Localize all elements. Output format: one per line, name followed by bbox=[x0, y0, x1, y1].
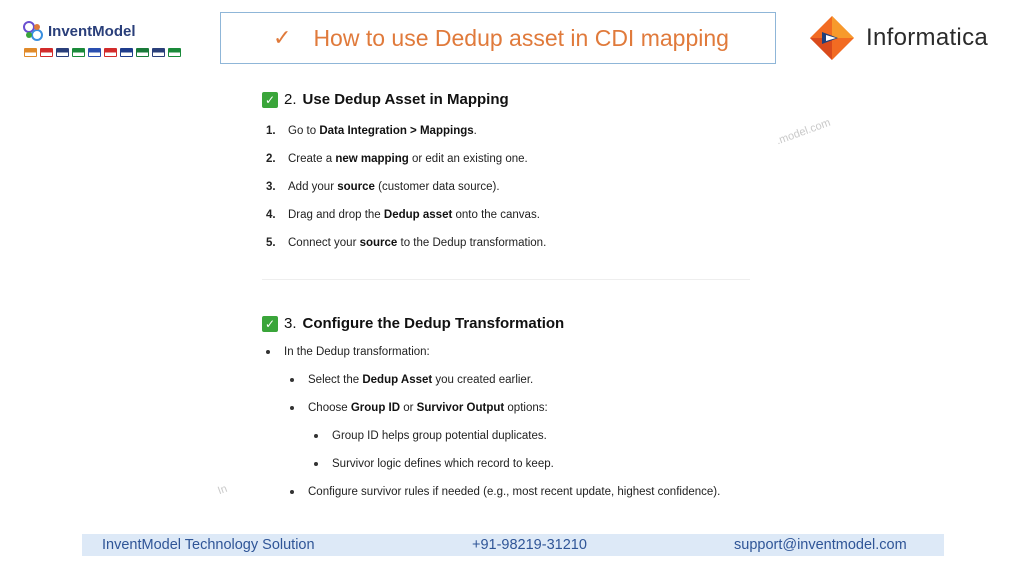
text: Create a bbox=[288, 153, 336, 165]
text: or bbox=[400, 402, 417, 414]
bold-text: Data Integration > Mappings bbox=[319, 125, 474, 137]
section-configure-dedup: ✓ 3. Configure the Dedup Transformation bbox=[262, 315, 564, 332]
list-item: Choose Group ID or Survivor Output optio… bbox=[290, 400, 548, 416]
list-item: 3. Add your source (customer data source)… bbox=[262, 173, 546, 201]
text: Select the bbox=[308, 374, 363, 386]
text: Choose bbox=[308, 402, 351, 414]
list-item-text: In the Dedup transformation: bbox=[284, 346, 430, 358]
flag-icon bbox=[104, 48, 117, 57]
bullet-icon bbox=[314, 462, 318, 466]
bold-text: source bbox=[337, 181, 375, 193]
text: Go to bbox=[288, 125, 320, 137]
text: options: bbox=[504, 402, 548, 414]
watermark-text: In bbox=[216, 482, 229, 498]
list-item: Survivor logic defines which record to k… bbox=[314, 456, 554, 472]
flag-icon bbox=[56, 48, 69, 57]
flag-icon bbox=[136, 48, 149, 57]
list-item: 5. Connect your source to the Dedup trans… bbox=[262, 229, 546, 257]
list-item: Select the Dedup Asset you created earli… bbox=[290, 372, 533, 388]
list-number: 2. bbox=[266, 153, 276, 165]
text: Connect your bbox=[288, 237, 360, 249]
footer-company: InventModel Technology Solution bbox=[102, 537, 315, 553]
list-item: Group ID helps group potential duplicate… bbox=[314, 428, 547, 444]
list-item: Configure survivor rules if needed (e.g.… bbox=[290, 484, 720, 500]
list-item: 2. Create a new mapping or edit an existi… bbox=[262, 145, 546, 173]
brand-logo[interactable]: InventModel bbox=[22, 20, 181, 57]
flag-icon bbox=[72, 48, 85, 57]
list-number: 1. bbox=[266, 125, 276, 137]
section-heading: ✓ 2. Use Dedup Asset in Mapping bbox=[262, 91, 546, 108]
bold-text: source bbox=[359, 237, 398, 249]
text: Group ID helps group potential duplicate… bbox=[332, 430, 547, 442]
green-check-icon: ✓ bbox=[262, 91, 278, 108]
text: Configure survivor rules if needed (e.g.… bbox=[308, 486, 721, 498]
section-title: Use Dedup Asset in Mapping bbox=[302, 91, 509, 108]
bold-text: Survivor Output bbox=[416, 402, 505, 414]
bullet-icon bbox=[290, 378, 294, 382]
list-number: 3. bbox=[266, 181, 276, 193]
country-flags bbox=[24, 48, 181, 57]
list-item: 1. Go to Data Integration > Mappings. bbox=[262, 117, 546, 145]
bold-text: Group ID bbox=[350, 402, 401, 414]
list-item: In the Dedup transformation: bbox=[266, 344, 430, 360]
text: to the Dedup transformation. bbox=[397, 237, 547, 249]
informatica-logo: Informatica bbox=[808, 14, 988, 62]
slide-title: How to use Dedup asset in CDI mapping bbox=[313, 24, 729, 51]
text: Drag and drop the bbox=[288, 209, 384, 221]
text: (customer data source). bbox=[374, 181, 500, 193]
list-item-text: Select the Dedup Asset you created earli… bbox=[308, 374, 533, 386]
flag-icon bbox=[120, 48, 133, 57]
list-item-text: Add your source (customer data source). bbox=[288, 181, 500, 193]
numbered-step-list: 1. Go to Data Integration > Mappings. 2. Cr… bbox=[262, 117, 546, 257]
text: Survivor logic defines which record to k… bbox=[332, 458, 554, 470]
flag-icon bbox=[168, 48, 181, 57]
flag-icon bbox=[88, 48, 101, 57]
bullet-icon bbox=[314, 434, 318, 438]
list-number: 5. bbox=[266, 237, 276, 249]
list-number: 4. bbox=[266, 209, 276, 221]
list-item-text: Create a new mapping or edit an existing… bbox=[288, 153, 528, 165]
checkmark-icon: ✓ bbox=[273, 25, 292, 50]
text: . bbox=[473, 125, 477, 137]
flag-icon bbox=[24, 48, 37, 57]
section-heading: ✓ 3. Configure the Dedup Transformation bbox=[262, 315, 564, 332]
bold-text: Dedup Asset bbox=[362, 374, 433, 386]
list-item-text: Survivor logic defines which record to k… bbox=[332, 458, 554, 470]
bold-text: new mapping bbox=[335, 153, 409, 165]
watermark-text: .model.com bbox=[774, 116, 833, 148]
footer-email[interactable]: support@inventmodel.com bbox=[734, 537, 907, 553]
green-check-icon: ✓ bbox=[262, 315, 278, 332]
list-item-text: Drag and drop the Dedup asset onto the c… bbox=[288, 209, 540, 221]
list-item-text: Go to Data Integration > Mappings. bbox=[288, 125, 477, 137]
informatica-wordmark: Informatica bbox=[866, 24, 989, 51]
slide-title-box: ✓ How to use Dedup asset in CDI mapping bbox=[220, 12, 776, 64]
footer-bar: InventModel Technology Solution +91-9821… bbox=[82, 534, 944, 556]
footer-phone[interactable]: +91-98219-31210 bbox=[472, 537, 587, 553]
section-number: 3. bbox=[284, 315, 297, 332]
flag-icon bbox=[40, 48, 53, 57]
list-item-text: Group ID helps group potential duplicate… bbox=[332, 430, 547, 442]
list-item-text: Choose Group ID or Survivor Output optio… bbox=[308, 402, 548, 414]
section-number: 2. bbox=[284, 91, 297, 108]
bullet-icon bbox=[290, 490, 294, 494]
text: onto the canvas. bbox=[452, 209, 540, 221]
inventmodel-logo-icon bbox=[23, 21, 43, 41]
flag-icon bbox=[152, 48, 165, 57]
section-use-dedup-asset: ✓ 2. Use Dedup Asset in Mapping 1. Go to … bbox=[262, 91, 546, 257]
text: or edit an existing one. bbox=[408, 153, 528, 165]
bold-text: Dedup asset bbox=[383, 209, 453, 221]
brand-name: InventModel bbox=[48, 22, 136, 40]
section-title: Configure the Dedup Transformation bbox=[302, 315, 565, 332]
text: you created earlier. bbox=[432, 374, 534, 386]
list-item-text: Configure survivor rules if needed (e.g.… bbox=[308, 486, 720, 498]
bullet-icon bbox=[290, 406, 294, 410]
text: Add your bbox=[288, 181, 338, 193]
informatica-diamond-icon bbox=[810, 16, 854, 60]
text: In the Dedup transformation: bbox=[284, 346, 430, 358]
bullet-icon bbox=[266, 350, 270, 354]
list-item-text: Connect your source to the Dedup transfo… bbox=[288, 237, 546, 249]
section-divider bbox=[262, 279, 750, 280]
list-item: 4. Drag and drop the Dedup asset onto the… bbox=[262, 201, 546, 229]
